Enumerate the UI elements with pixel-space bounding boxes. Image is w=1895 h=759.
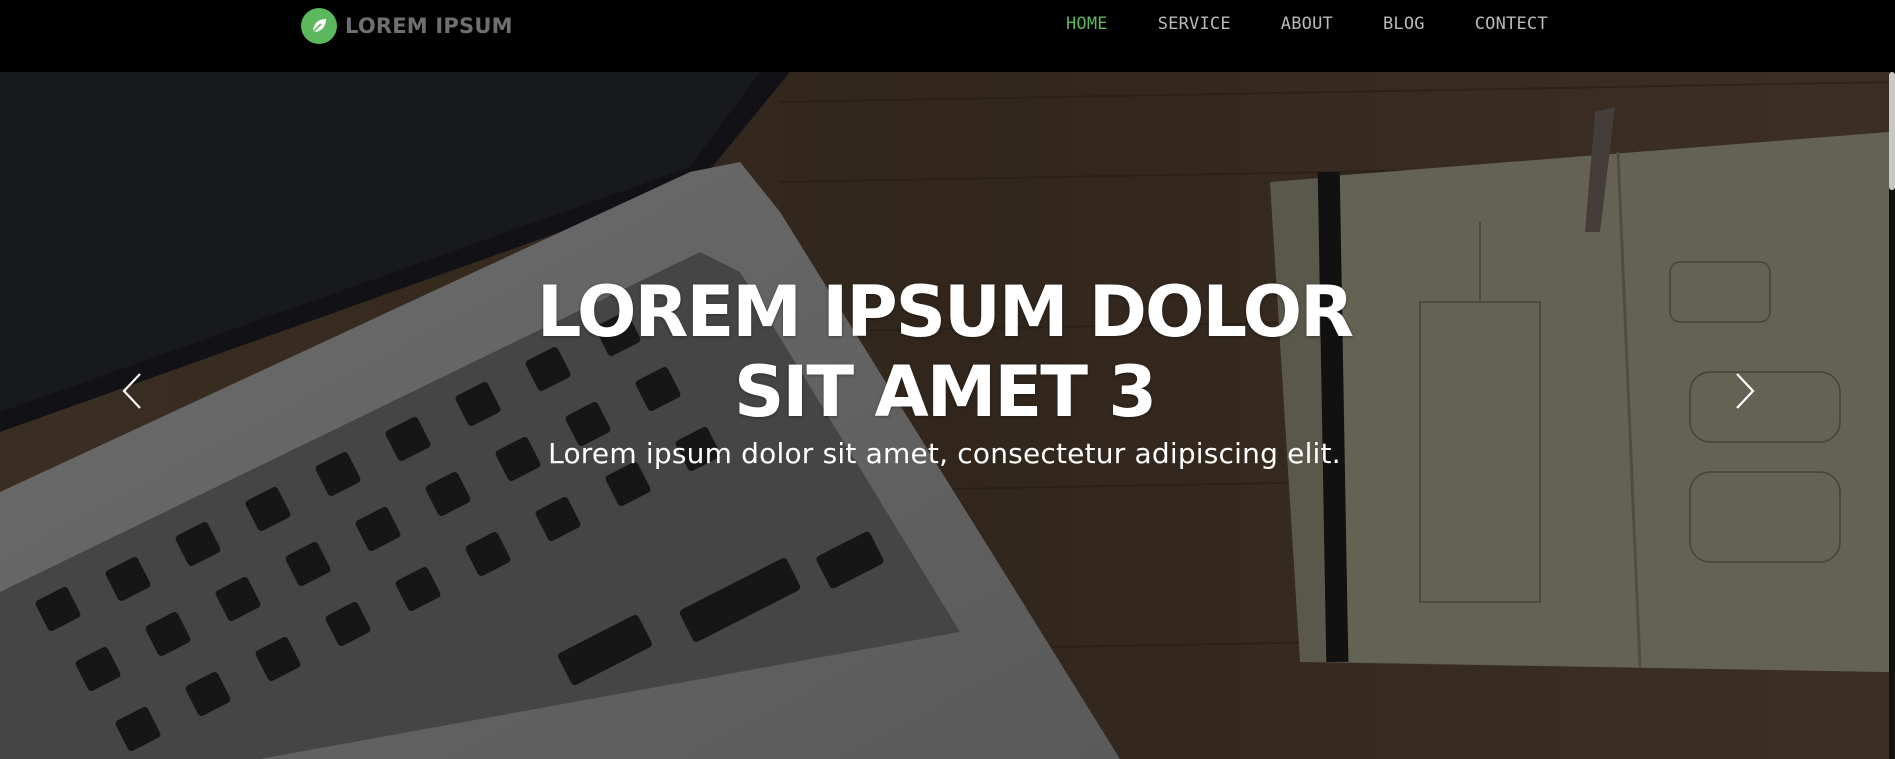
nav-item-home[interactable]: HOME <box>1066 12 1108 36</box>
nav-item-service[interactable]: SERVICE <box>1158 12 1231 36</box>
chevron-left-icon <box>122 373 141 409</box>
nav-item-about[interactable]: ABOUT <box>1281 12 1333 36</box>
carousel-next-button[interactable] <box>1725 366 1765 416</box>
brand-name: LOREM IPSUM <box>345 14 513 38</box>
page-scrollbar-thumb[interactable] <box>1889 72 1895 190</box>
hero-title: LOREM IPSUM DOLOR SIT AMET 3 <box>536 271 1354 433</box>
leaf-icon <box>301 8 337 44</box>
main-nav: HOME SERVICE ABOUT BLOG CONTECT <box>1066 12 1598 36</box>
hero-subtitle: Lorem ipsum dolor sit amet, consectetur … <box>548 437 1341 470</box>
carousel-prev-button[interactable] <box>112 366 152 416</box>
nav-item-contect[interactable]: CONTECT <box>1475 12 1548 36</box>
chevron-right-icon <box>1736 373 1755 409</box>
nav-item-blog[interactable]: BLOG <box>1383 12 1425 36</box>
hero-carousel: LOREM IPSUM DOLOR SIT AMET 3 Lorem ipsum… <box>0 72 1889 759</box>
hero-caption: LOREM IPSUM DOLOR SIT AMET 3 Lorem ipsum… <box>0 272 1889 472</box>
navbar: LOREM IPSUM HOME SERVICE ABOUT BLOG CONT… <box>0 0 1895 72</box>
brand-link[interactable]: LOREM IPSUM <box>301 8 513 44</box>
